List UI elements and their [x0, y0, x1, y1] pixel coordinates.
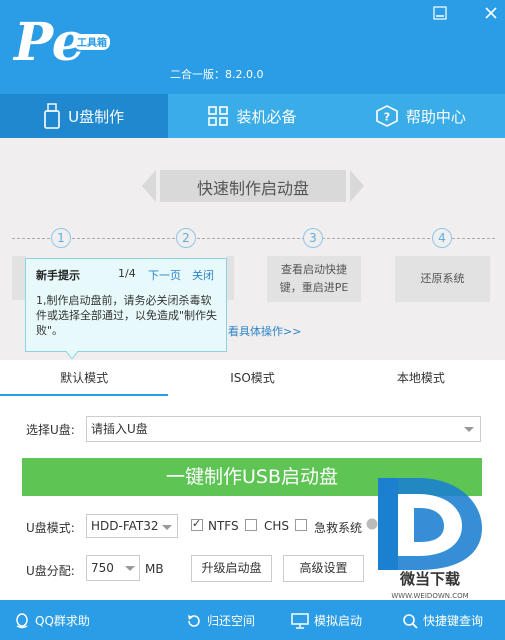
- grid-apps-icon: [208, 106, 229, 126]
- footer-simulate-boot[interactable]: 模拟启动: [291, 612, 362, 629]
- footer-simulate-label: 模拟启动: [314, 614, 363, 628]
- minimize-icon[interactable]: [433, 6, 447, 20]
- close-icon[interactable]: [484, 6, 498, 20]
- tip-title: 新手提示: [36, 269, 80, 282]
- rescue-label: 急救系统: [314, 521, 363, 535]
- search-icon: [403, 613, 418, 629]
- tip-body: 1,制作启动盘前，请务必关闭杀毒软件或选择全部通过，以免造成"制作失败"。: [36, 294, 218, 337]
- watermark-url: WWW.WEIDOWN.COM: [391, 592, 469, 600]
- tab-local-mode[interactable]: 本地模式: [337, 360, 505, 396]
- restore-icon: [188, 614, 200, 627]
- newbie-tip: 新手提示 1/4 下一页 关闭 1,制作启动盘前，请务必关闭杀毒软件或选择全部通…: [25, 258, 227, 352]
- upgrade-button[interactable]: 升级启动盘: [191, 555, 272, 582]
- svg-text:Pe: Pe: [12, 12, 85, 73]
- step-1-box[interactable]: [12, 256, 26, 300]
- step-4-number: 4: [432, 228, 452, 248]
- title-bar: Pe 工具箱 二合一版：8.2.0.0: [0, 0, 505, 94]
- chs-checkbox[interactable]: [245, 519, 257, 531]
- step-2-number: 2: [176, 228, 196, 248]
- tip-close-link[interactable]: 关闭: [192, 267, 214, 283]
- footer-hotkey-label: 快捷键查询: [423, 614, 484, 628]
- tip-arrow-icon: [66, 351, 78, 359]
- footer-bar: QQ群求助 归还空间 模拟启动 快捷键查询: [0, 600, 505, 640]
- alloc-unit: MB: [145, 562, 164, 576]
- nav-usb-make-label: U盘制作: [68, 107, 125, 126]
- see-details-link[interactable]: 看具体操作>>: [228, 323, 301, 339]
- ntfs-checkbox[interactable]: [191, 517, 203, 531]
- alloc-select-chevron-down-icon[interactable]: [125, 566, 135, 571]
- watermark-text: 微当下载: [399, 570, 460, 588]
- step-3-number: 3: [303, 228, 323, 248]
- mode-select-chevron-down-icon[interactable]: [162, 525, 172, 530]
- alloc-label: U盘分配:: [26, 564, 75, 578]
- tab-iso-mode[interactable]: ISO模式: [168, 360, 336, 396]
- logo-badge: 工具箱: [77, 36, 107, 49]
- main-nav: U盘制作 装机必备 ? 帮助中心: [0, 94, 505, 138]
- nav-essentials-label: 装机必备: [236, 107, 297, 126]
- footer-qq-label: QQ群求助: [35, 614, 90, 628]
- mode-tabs: 默认模式 ISO模式 本地模式: [0, 360, 505, 396]
- drive-label: 选择U盘:: [26, 423, 75, 437]
- svg-text:?: ?: [384, 111, 390, 124]
- pe-logo-icon: Pe 工具箱: [12, 12, 110, 73]
- nav-essentials[interactable]: 装机必备: [168, 94, 336, 138]
- tip-page: 1/4: [118, 267, 136, 280]
- footer-hotkey-query[interactable]: 快捷键查询: [402, 612, 483, 629]
- ntfs-label: NTFS: [208, 519, 239, 533]
- nav-help[interactable]: ? 帮助中心: [337, 94, 505, 138]
- usb-drive-icon: [44, 103, 60, 129]
- drive-select-chevron-down-icon[interactable]: [464, 427, 474, 432]
- chs-label: CHS: [264, 519, 290, 533]
- nav-usb-make[interactable]: U盘制作: [0, 94, 169, 138]
- nav-help-label: 帮助中心: [405, 107, 466, 126]
- qq-icon: [16, 612, 28, 628]
- mode-label: U盘模式:: [26, 521, 75, 535]
- advanced-settings-button[interactable]: 高级设置: [283, 555, 364, 582]
- step-3-box[interactable]: 查看启动快捷 键，重启进PE: [267, 256, 361, 302]
- rescue-checkbox[interactable]: [295, 519, 307, 531]
- version-label: 二合一版：8.2.0.0: [170, 68, 264, 81]
- footer-restore-space[interactable]: 归还空间: [186, 612, 255, 629]
- help-question-icon: ?: [376, 105, 398, 127]
- tip-next-link[interactable]: 下一页: [148, 267, 181, 283]
- footer-restore-label: 归还空间: [207, 614, 256, 628]
- footer-qq-help[interactable]: QQ群求助: [14, 612, 90, 629]
- tab-default-mode[interactable]: 默认模式: [0, 360, 169, 396]
- monitor-icon: [291, 612, 309, 629]
- banner-title: 快速制作启动盘: [196, 179, 309, 198]
- drive-select[interactable]: 请插入U盘: [86, 416, 481, 442]
- steps-divider: [12, 238, 495, 239]
- step-4-box[interactable]: 还原系统: [395, 256, 490, 302]
- step-1-number: 1: [51, 228, 71, 248]
- step-2-box[interactable]: [226, 256, 234, 300]
